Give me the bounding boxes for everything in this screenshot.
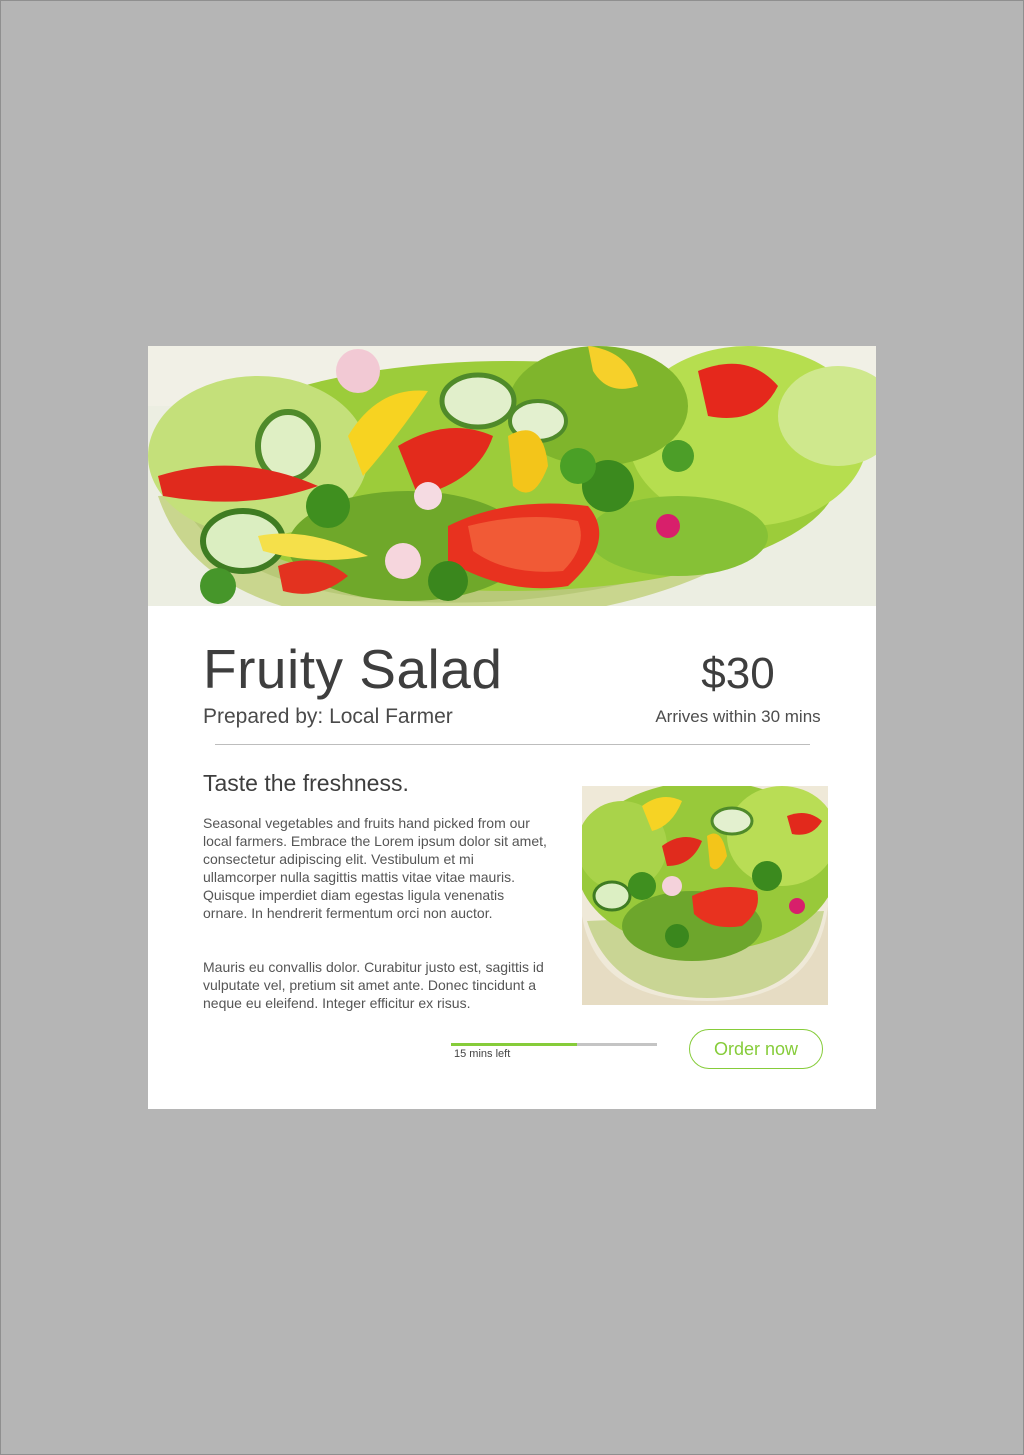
order-now-button[interactable]: Order now (689, 1029, 823, 1069)
time-left-label: 15 mins left (454, 1048, 511, 1060)
description-paragraph: Seasonal vegetables and fruits hand pick… (203, 815, 547, 921)
time-progress-bar (451, 1043, 657, 1046)
divider (215, 744, 810, 745)
salad-thumbnail (582, 786, 828, 1005)
time-progress-fill (451, 1043, 577, 1046)
arrival-time: Arrives within 30 mins (655, 707, 821, 726)
description-paragraph: Mauris eu convallis dolor. Curabitur jus… (203, 959, 544, 1011)
product-title: Fruity Salad (203, 638, 503, 700)
prepared-by: Prepared by: Local Farmer (203, 705, 453, 728)
product-price: $30 (701, 649, 775, 698)
product-card: Fruity Salad Prepared by: Local Farmer $… (148, 346, 876, 1109)
tagline: Taste the freshness. (203, 770, 409, 796)
hero-image (148, 346, 876, 606)
